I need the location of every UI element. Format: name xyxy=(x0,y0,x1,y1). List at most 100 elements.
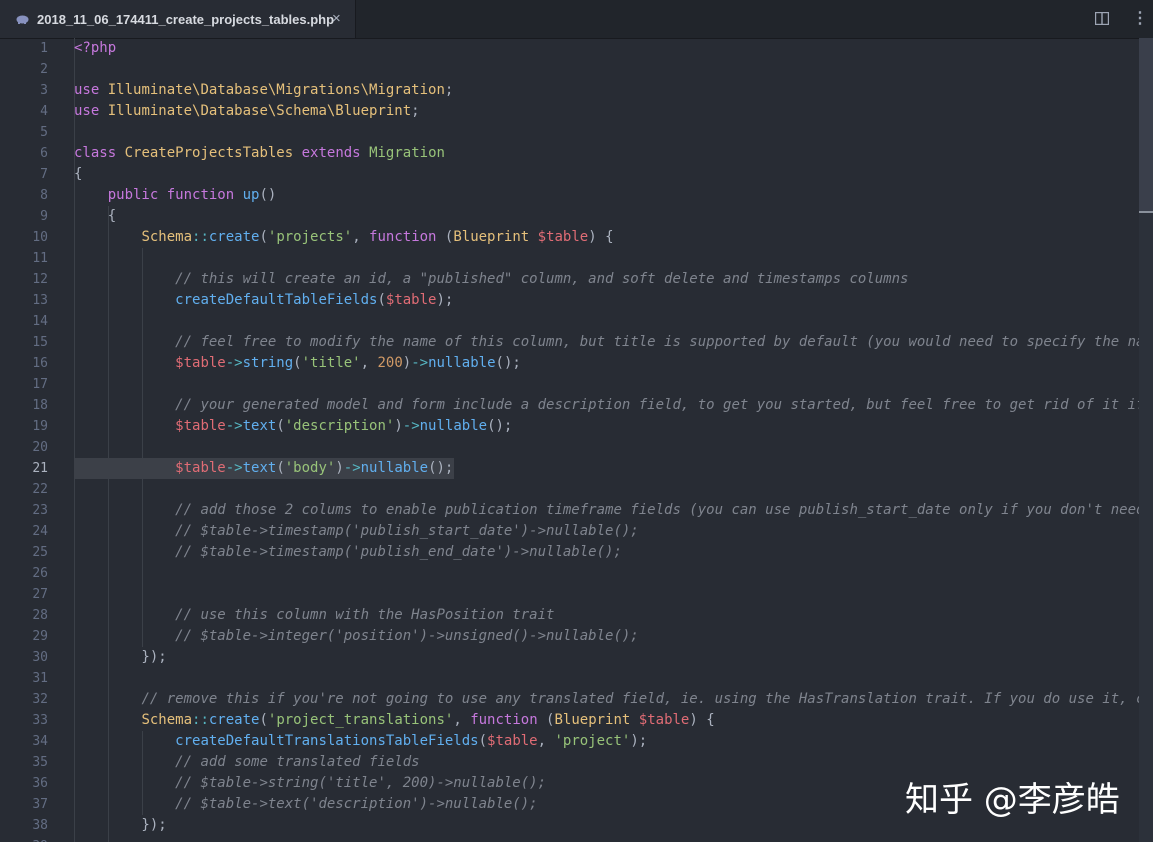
code-token: { xyxy=(74,208,117,224)
code-line[interactable]: 30 }); xyxy=(0,647,1153,668)
code-line[interactable]: 14 xyxy=(0,311,1153,332)
line-number: 1 xyxy=(40,41,48,56)
code-text: Schema::create('project_translations', f… xyxy=(74,710,714,731)
code-line[interactable]: 19 $table->text('description')->nullable… xyxy=(0,416,1153,437)
more-actions-icon[interactable]: ⋮ xyxy=(1132,9,1148,29)
code-token: 'project' xyxy=(554,733,631,749)
code-token: // this will create an id, a "published"… xyxy=(175,271,909,287)
code-token: use xyxy=(74,82,100,98)
code-line[interactable]: 11 xyxy=(0,248,1153,269)
code-text: use Illuminate\Database\Migrations\Migra… xyxy=(74,80,453,101)
code-token: -> xyxy=(402,418,420,434)
code-line[interactable]: 22 xyxy=(0,479,1153,500)
code-line[interactable]: 15 // feel free to modify the name of th… xyxy=(0,332,1153,353)
code-token: 'description' xyxy=(284,418,395,434)
code-token: class xyxy=(74,145,117,161)
code-line[interactable]: 31 xyxy=(0,668,1153,689)
code-line[interactable]: 24 // $table->timestamp('publish_start_d… xyxy=(0,521,1153,542)
code-token: (); xyxy=(487,418,513,434)
code-token: , xyxy=(360,355,378,371)
code-token: 200 xyxy=(377,355,403,371)
code-token: $table xyxy=(487,733,538,749)
code-token: string xyxy=(242,355,294,371)
close-icon[interactable]: × xyxy=(332,10,341,28)
line-number: 13 xyxy=(32,293,48,308)
code-line[interactable]: 33 Schema::create('project_translations'… xyxy=(0,710,1153,731)
code-line[interactable]: 7{ xyxy=(0,164,1153,185)
code-token: use xyxy=(74,103,100,119)
scrollbar-thumb[interactable] xyxy=(1139,38,1153,213)
line-number: 2 xyxy=(40,62,48,77)
code-text: // add those 2 colums to enable publicat… xyxy=(74,500,1144,521)
code-line[interactable]: 13 createDefaultTableFields($table); xyxy=(0,290,1153,311)
code-line[interactable]: 3 use Illuminate\Database\Migrations\Migr… xyxy=(0,80,1153,101)
split-pane-icon[interactable] xyxy=(1095,12,1109,25)
tab-title: 2018_11_06_174411_create_projects_tables… xyxy=(37,11,335,27)
code-token: Migration xyxy=(369,145,445,161)
code-line[interactable]: 18 // your generated model and form incl… xyxy=(0,395,1153,416)
code-token: ( xyxy=(436,229,454,245)
code-line[interactable]: 4 use Illuminate\Database\Schema\Blueprin… xyxy=(0,101,1153,122)
code-line[interactable]: 17 xyxy=(0,374,1153,395)
code-editor[interactable]: 1 <?php 2 3 use Illuminate\Database\Migratio… xyxy=(0,38,1153,842)
watermark: 知乎 @李彦皓 xyxy=(905,780,1120,820)
line-number: 10 xyxy=(32,230,48,245)
code-token: -> xyxy=(225,355,243,371)
code-token: CreateProjectsTables xyxy=(124,145,294,161)
code-line[interactable]: 6 class CreateProjectsTables extends Migr… xyxy=(0,143,1153,164)
line-number: 33 xyxy=(32,713,48,728)
code-line[interactable]: 1 <?php xyxy=(0,38,1153,59)
php-elephant-icon xyxy=(16,15,29,24)
line-number: 34 xyxy=(32,734,48,749)
tab-active-file[interactable]: 2018_11_06_174411_create_projects_tables… xyxy=(0,0,356,38)
code-line[interactable]: 16 $table->string('title', 200)->nullabl… xyxy=(0,353,1153,374)
code-line[interactable]: 9 { xyxy=(0,206,1153,227)
code-line[interactable]: 5 xyxy=(0,122,1153,143)
code-token: () xyxy=(259,187,277,203)
code-token: extends xyxy=(301,145,361,161)
code-line[interactable]: 35 // add some translated fields xyxy=(0,752,1153,773)
code-line[interactable]: 27 xyxy=(0,584,1153,605)
code-token: createDefaultTranslationsTableFields xyxy=(175,733,479,749)
code-token: -> xyxy=(225,460,243,476)
line-number: 9 xyxy=(40,209,48,224)
code-line[interactable]: 29 // $table->integer('position')->unsig… xyxy=(0,626,1153,647)
code-line[interactable]: 12 // this will create an id, a "publish… xyxy=(0,269,1153,290)
code-token: 'body' xyxy=(284,460,336,476)
code-line[interactable]: 20 xyxy=(0,437,1153,458)
code-line[interactable]: 25 // $table->timestamp('publish_end_dat… xyxy=(0,542,1153,563)
code-line[interactable]: 39 xyxy=(0,836,1153,842)
code-line[interactable]: 32 // remove this if you're not going to… xyxy=(0,689,1153,710)
code-line[interactable]: 34 createDefaultTranslationsTableFields(… xyxy=(0,731,1153,752)
code-text: createDefaultTableFields($table); xyxy=(74,290,453,311)
code-line[interactable]: 26 xyxy=(0,563,1153,584)
code-line[interactable]: 23 // add those 2 colums to enable publi… xyxy=(0,500,1153,521)
code-text: // feel free to modify the name of this … xyxy=(74,332,1153,353)
code-token: <?php xyxy=(74,40,117,56)
code-token: ( xyxy=(537,712,555,728)
code-token: // add those 2 colums to enable publicat… xyxy=(175,502,1145,518)
code-line[interactable]: 8 public function up() xyxy=(0,185,1153,206)
code-line[interactable]: 21 $table->text('body')->nullable(); xyxy=(0,458,1153,479)
code-token: $table xyxy=(638,712,690,728)
cursor-marker xyxy=(1139,211,1153,213)
code-text: // add some translated fields xyxy=(74,752,419,773)
code-token: // $table->timestamp('publish_start_date… xyxy=(175,523,639,539)
code-line[interactable]: 28 // use this column with the HasPositi… xyxy=(0,605,1153,626)
code-line[interactable]: 2 xyxy=(0,59,1153,80)
code-line[interactable]: 10 Schema::create('projects', function (… xyxy=(0,227,1153,248)
code-token: // use this column with the HasPosition … xyxy=(175,607,555,623)
line-number: 32 xyxy=(32,692,48,707)
